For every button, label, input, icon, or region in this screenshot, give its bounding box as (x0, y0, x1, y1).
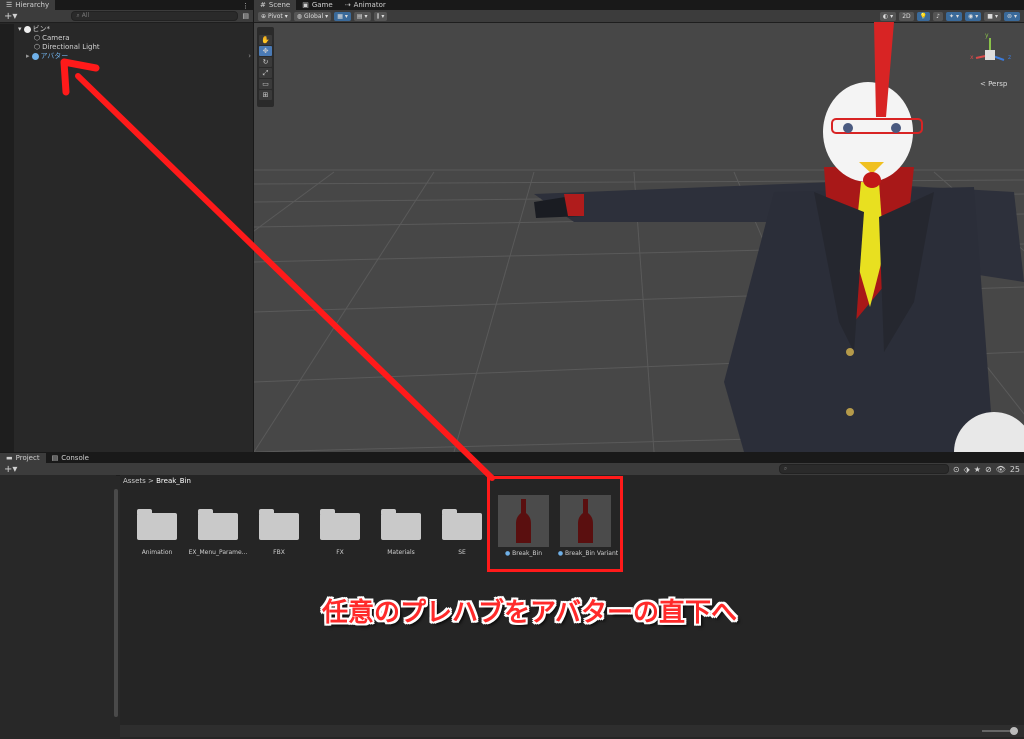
red-arrow-shaft (75, 73, 495, 481)
prefab-highlight-box (487, 476, 623, 572)
instruction-caption: 任意のプレハブをアバターの直下へ (322, 598, 737, 628)
